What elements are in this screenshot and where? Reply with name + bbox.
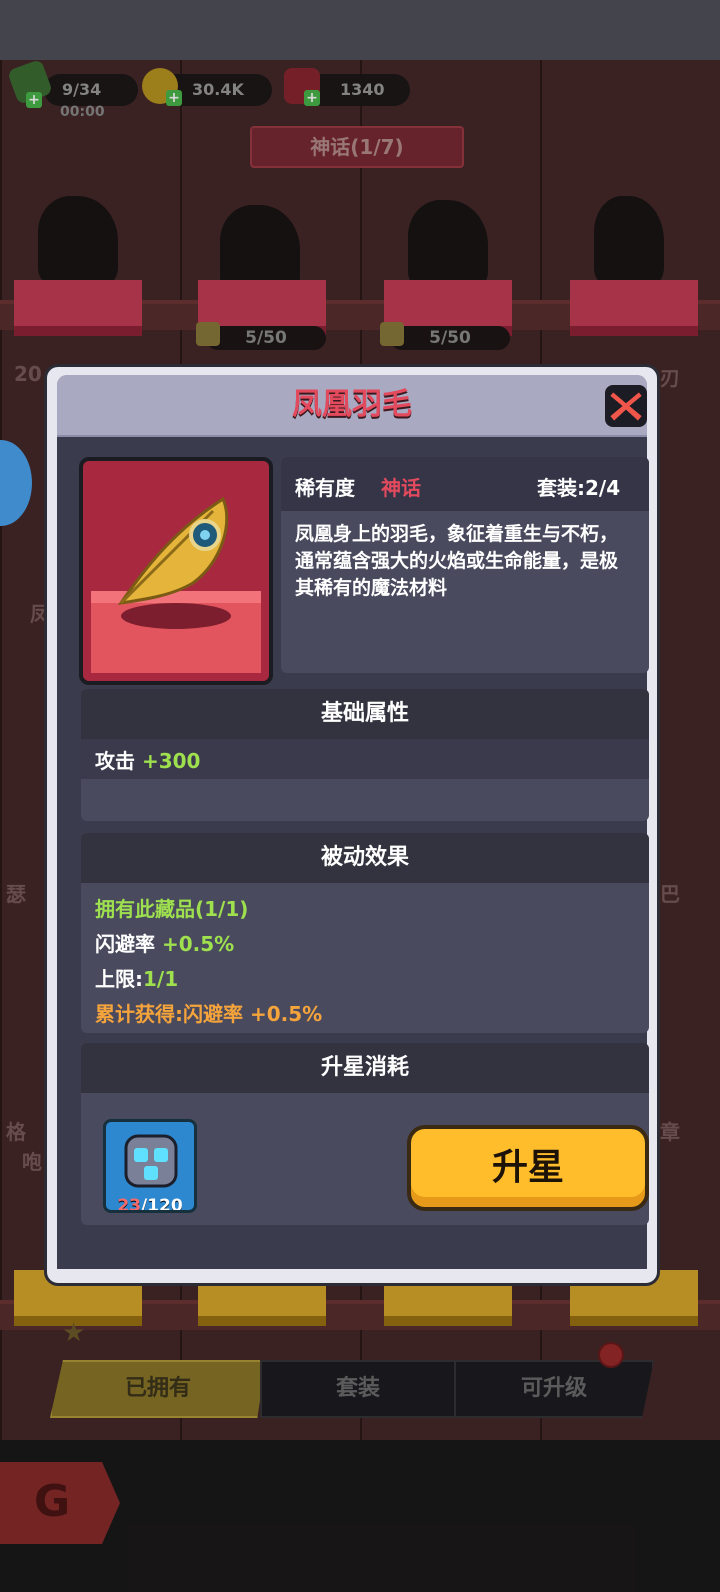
material-required: /120 [140, 1196, 183, 1213]
attack-row: 攻击 +300 [95, 745, 200, 774]
star-stone-icon [124, 1134, 178, 1188]
dodge-label: 闪避率 [95, 932, 155, 956]
upgrade-cost-title: 升星消耗 [81, 1043, 649, 1093]
item-image-frame [79, 457, 273, 685]
attack-label: 攻击 [95, 749, 135, 773]
base-attributes-title: 基础属性 [81, 689, 649, 739]
set-progress: 套装:2/4 [537, 476, 621, 500]
upgrade-cost-section: 升星消耗 23/120 升星 [81, 1043, 649, 1225]
cap-row: 上限:1/1 [95, 963, 178, 992]
owned-status: 拥有此藏品(1/1) [95, 897, 249, 921]
item-description: 凤凰身上的羽毛，象征着重生与不朽，通常蕴含强大的火焰或生命能量，是极其稀有的魔法… [295, 523, 619, 599]
close-icon [605, 385, 647, 427]
material-owned: 23 [117, 1196, 141, 1213]
cap-value: 1/1 [143, 967, 179, 991]
dialog-frame: 凤凰羽毛 稀有度 神话 套装:2/4 凤凰身上的羽毛，象征着重生与不朽，通常蕴含… [57, 375, 649, 1269]
cap-label: 上限: [95, 967, 143, 991]
material-count: 23/120 [106, 1196, 194, 1213]
dodge-value: +0.5% [161, 932, 235, 956]
base-attributes-section: 基础属性 攻击 +300 [81, 689, 649, 821]
upgrade-star-button[interactable]: 升星 [407, 1125, 649, 1211]
passive-effect-section: 被动效果 拥有此藏品(1/1) 闪避率 +0.5% 上限:1/1 累计获得:闪避… [81, 833, 649, 1033]
dialog-title: 凤凰羽毛 [292, 387, 412, 422]
dodge-row: 闪避率 +0.5% [95, 928, 234, 957]
rarity-value: 神话 [381, 476, 421, 500]
item-info-panel: 稀有度 神话 套装:2/4 凤凰身上的羽毛，象征着重生与不朽，通常蕴含强大的火焰… [281, 457, 649, 673]
phoenix-feather-icon [117, 496, 229, 605]
cumulative-bonus: 累计获得:闪避率 +0.5% [95, 1002, 323, 1026]
attack-value: +300 [141, 749, 201, 773]
upgrade-material[interactable]: 23/120 [103, 1119, 197, 1213]
close-button[interactable] [603, 383, 649, 429]
rarity-label: 稀有度 [295, 476, 355, 500]
item-detail-dialog: 凤凰羽毛 稀有度 神话 套装:2/4 凤凰身上的羽毛，象征着重生与不朽，通常蕴含… [44, 364, 660, 1286]
passive-effect-title: 被动效果 [81, 833, 649, 883]
